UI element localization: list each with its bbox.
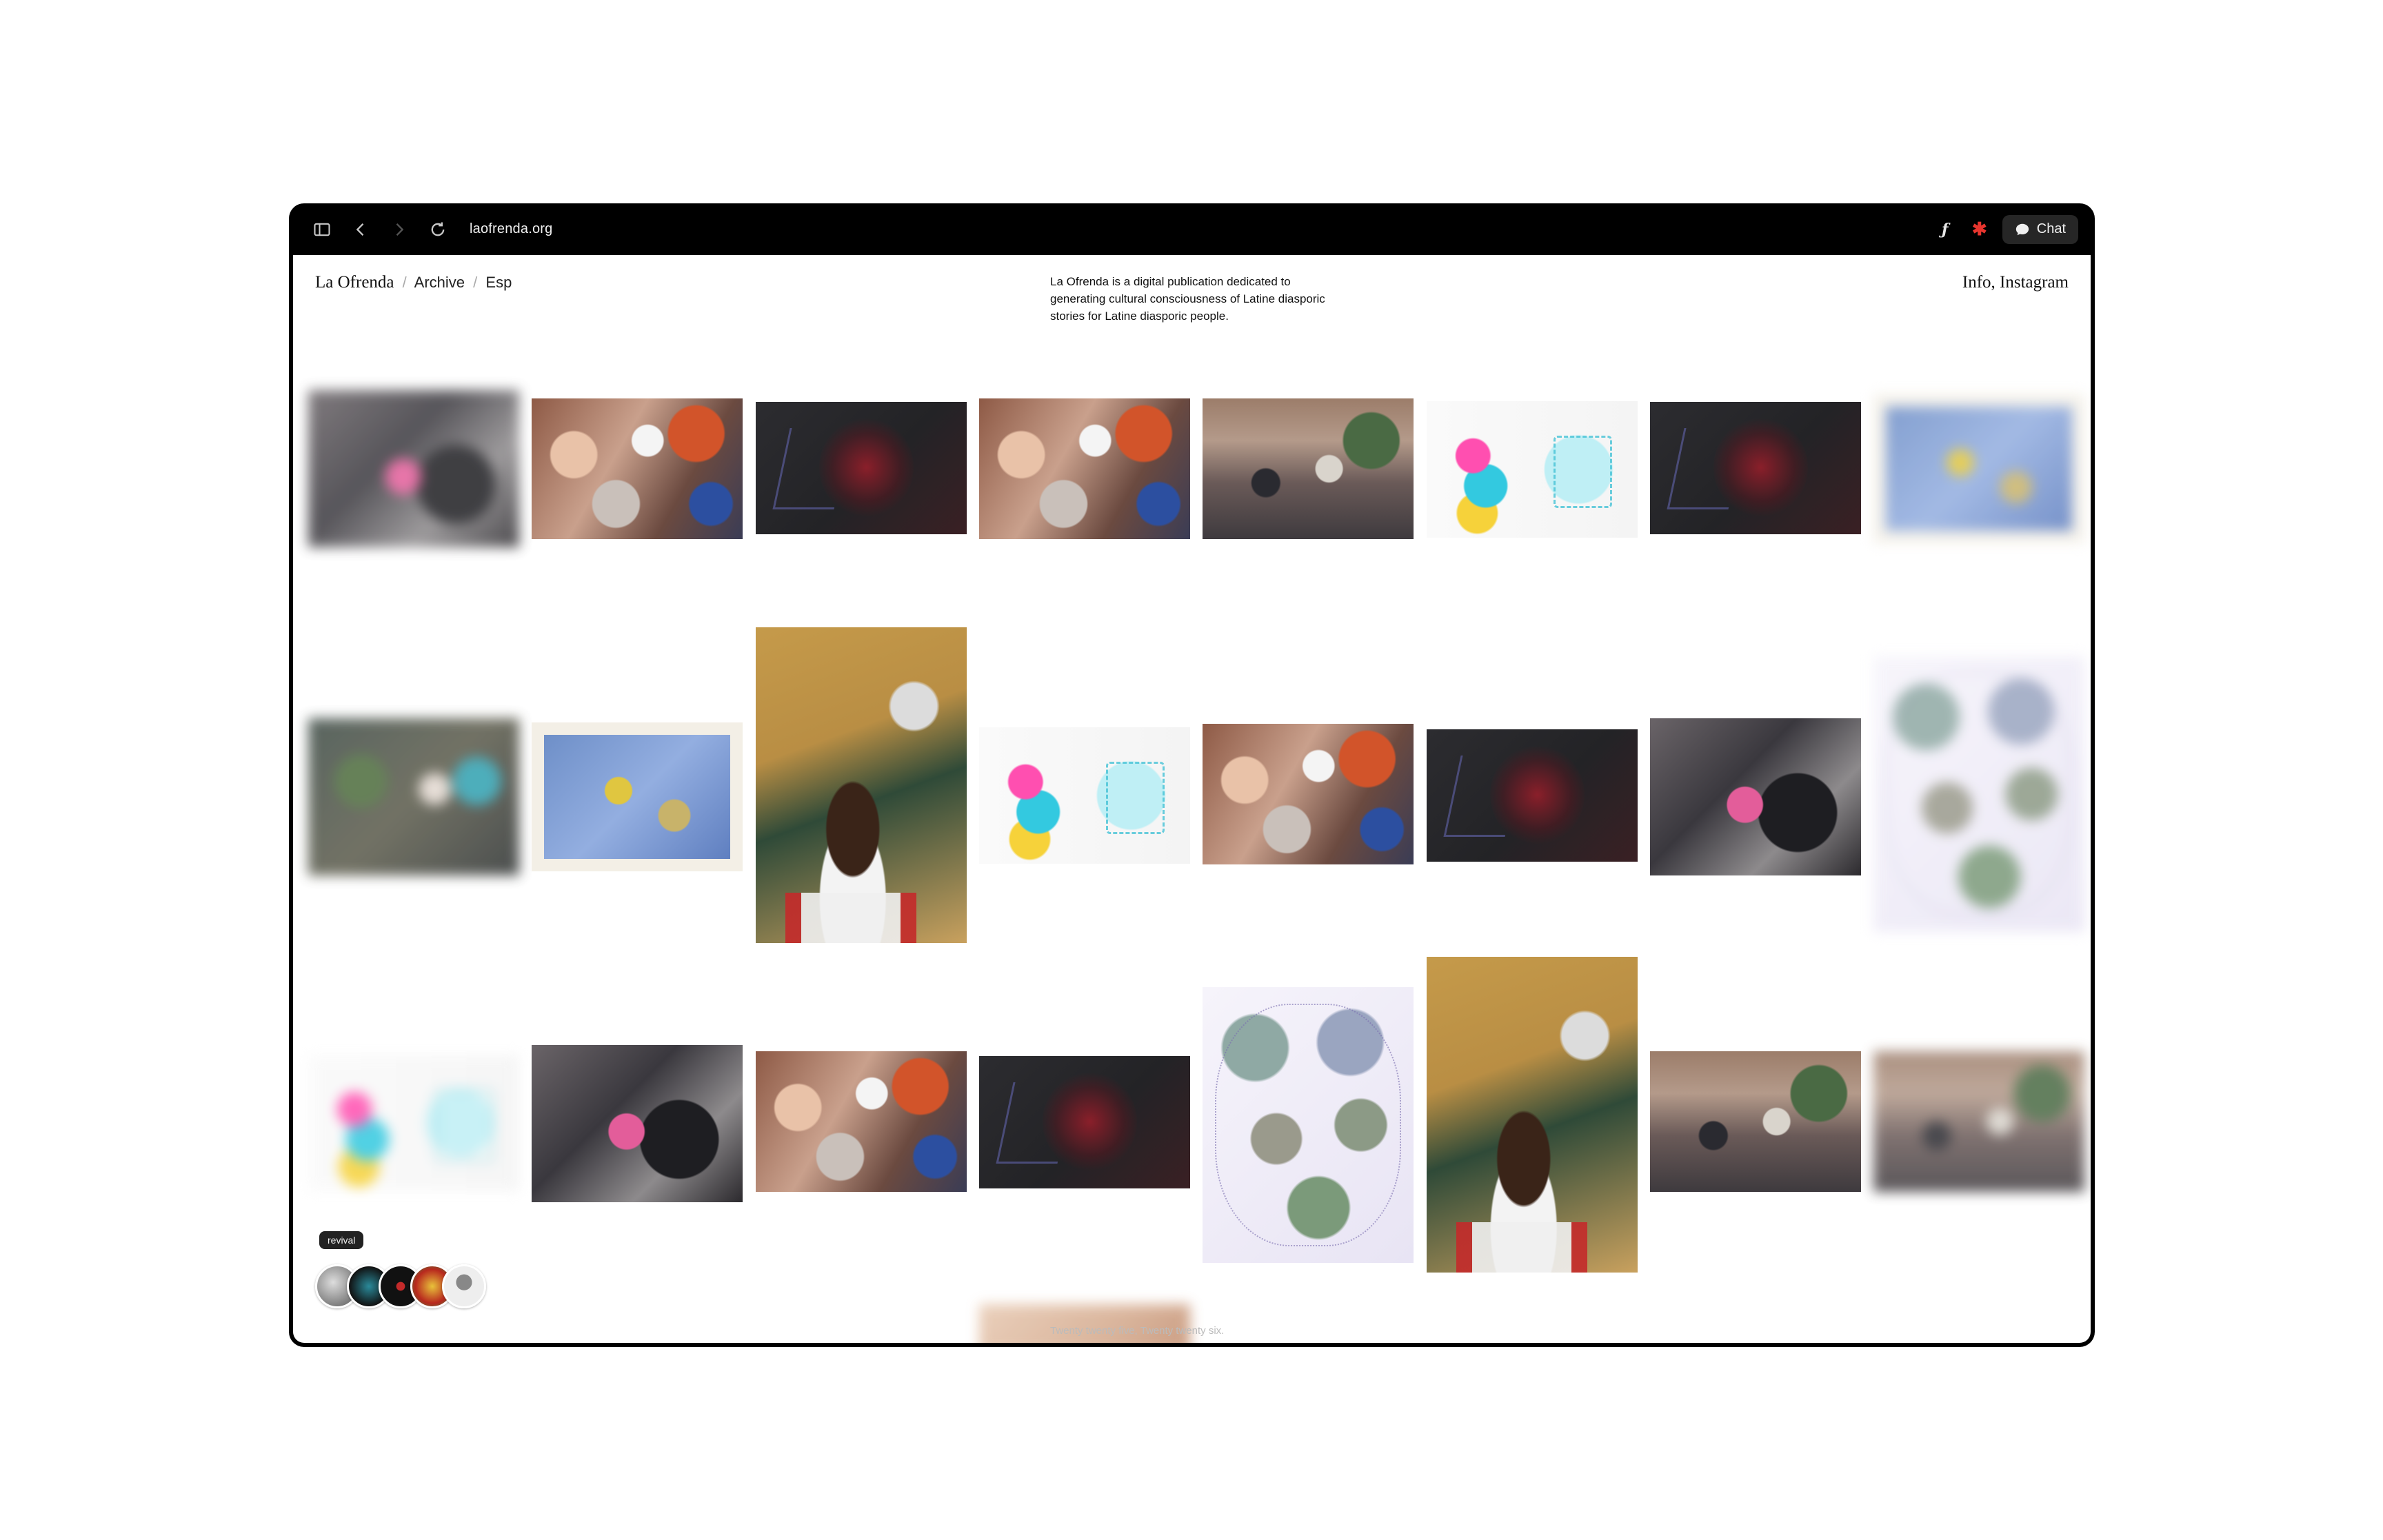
nav-esp[interactable]: Esp bbox=[485, 274, 512, 291]
address-bar[interactable]: laofrenda.org bbox=[470, 221, 552, 237]
avatar-tooltip: revival bbox=[319, 1231, 364, 1249]
nav-separator: / bbox=[473, 274, 478, 291]
browser-toolbar: laofrenda.org ƒ ✱ Chat bbox=[289, 203, 2095, 255]
archive-image[interactable] bbox=[979, 727, 1190, 864]
archive-image[interactable] bbox=[1427, 729, 1638, 862]
sidebar-icon[interactable] bbox=[305, 213, 339, 246]
archive-image[interactable] bbox=[756, 402, 967, 534]
archive-image[interactable] bbox=[1203, 987, 1414, 1263]
archive-image[interactable] bbox=[532, 1045, 743, 1202]
archive-image[interactable] bbox=[756, 1051, 967, 1192]
site-tagline: La Ofrenda is a digital publication dedi… bbox=[1050, 275, 1325, 323]
archive-image[interactable] bbox=[308, 390, 519, 547]
archive-image[interactable] bbox=[1650, 402, 1861, 534]
archive-image[interactable] bbox=[532, 398, 743, 539]
archive-image[interactable] bbox=[756, 627, 967, 943]
archive-image[interactable] bbox=[1427, 401, 1638, 538]
nav-separator: / bbox=[402, 274, 407, 291]
archive-image[interactable] bbox=[308, 718, 519, 875]
nav-archive[interactable]: Archive bbox=[414, 274, 465, 291]
font-extension-icon[interactable]: ƒ bbox=[1933, 218, 1957, 241]
avatar-stack[interactable] bbox=[315, 1264, 486, 1308]
site-nav: La Ofrenda / Archive / Esp bbox=[315, 273, 512, 292]
archive-image[interactable] bbox=[1650, 718, 1861, 875]
bookmark-extension-icon[interactable]: ✱ bbox=[1968, 218, 1991, 241]
archive-image[interactable] bbox=[1650, 1051, 1861, 1192]
archive-image[interactable] bbox=[1203, 724, 1414, 864]
archive-image[interactable] bbox=[1873, 1051, 2084, 1192]
chat-bubble-icon bbox=[2015, 223, 2029, 235]
browser-window: laofrenda.org ƒ ✱ Chat La Ofrenda / Arch… bbox=[289, 203, 2095, 1347]
reload-icon[interactable] bbox=[421, 213, 454, 246]
archive-image[interactable] bbox=[532, 722, 743, 871]
archive-image[interactable] bbox=[979, 1304, 1190, 1343]
avatar[interactable] bbox=[442, 1264, 486, 1308]
archive-image[interactable] bbox=[979, 1056, 1190, 1188]
footer-caption: Twenty twenty five, Twenty twenty six. bbox=[1050, 1325, 1225, 1337]
archive-image[interactable] bbox=[1203, 398, 1414, 539]
archive-image[interactable] bbox=[1873, 656, 2084, 932]
chat-button[interactable]: Chat bbox=[2002, 214, 2078, 244]
archive-image[interactable] bbox=[1427, 957, 1638, 1273]
archive-image[interactable] bbox=[979, 398, 1190, 539]
archive-image[interactable] bbox=[308, 1055, 519, 1191]
forward-icon[interactable] bbox=[383, 213, 416, 246]
site-logo[interactable]: La Ofrenda bbox=[315, 273, 394, 292]
nav-info-instagram[interactable]: Info, Instagram bbox=[1962, 273, 2069, 292]
chat-label: Chat bbox=[2036, 221, 2066, 236]
archive-image[interactable] bbox=[1873, 394, 2084, 543]
back-icon[interactable] bbox=[344, 213, 377, 246]
page-viewport: La Ofrenda / Archive / Esp La Ofrenda is… bbox=[293, 255, 2091, 1343]
